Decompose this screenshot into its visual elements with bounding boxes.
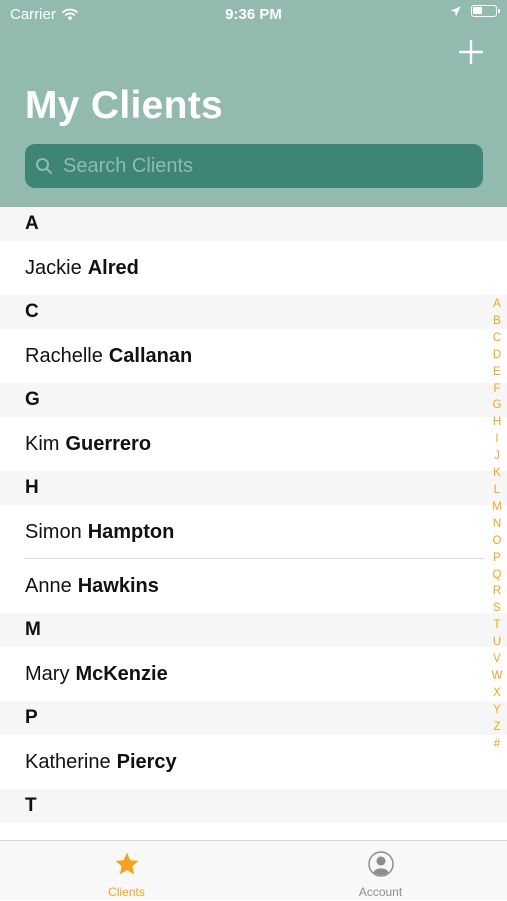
section-header-t: T	[0, 789, 507, 823]
client-last-name: Alred	[87, 256, 139, 279]
index-letter[interactable]: C	[493, 330, 501, 347]
index-letter[interactable]: A	[493, 296, 501, 313]
index-letter[interactable]: Y	[493, 702, 501, 719]
index-letter[interactable]: K	[493, 465, 501, 482]
client-first-name: Katherine	[25, 750, 111, 773]
search-bar[interactable]	[25, 144, 483, 188]
client-row[interactable]: Kim Guerrero	[0, 417, 507, 471]
client-row[interactable]: Rachelle Callanan	[0, 329, 507, 383]
section-index-bar[interactable]: A B C D E F G H I J K L M N O P Q R S T U V W X Y Z #	[489, 296, 505, 752]
person-icon	[367, 851, 394, 877]
index-letter[interactable]: U	[493, 634, 501, 651]
tab-clients[interactable]: Clients	[0, 841, 253, 901]
section-header-p: P	[0, 701, 507, 735]
index-letter[interactable]: V	[493, 651, 501, 668]
navigation-header: Carrier 9:36 PM My Clients	[0, 0, 507, 207]
index-letter[interactable]: I	[495, 431, 498, 448]
location-arrow-icon	[450, 6, 461, 16]
plus-icon	[458, 39, 484, 65]
index-letter[interactable]: #	[494, 736, 500, 753]
client-last-name: Callanan	[108, 344, 193, 367]
index-letter[interactable]: Q	[493, 567, 502, 584]
section-header-g: G	[0, 383, 507, 417]
index-letter[interactable]: O	[493, 533, 502, 550]
index-letter[interactable]: F	[493, 381, 500, 398]
add-client-button[interactable]	[455, 36, 487, 68]
search-icon	[36, 158, 52, 174]
section-header-m: M	[0, 613, 507, 647]
index-letter[interactable]: E	[493, 364, 501, 381]
client-first-name: Jackie	[25, 256, 82, 279]
status-time: 9:36 PM	[225, 6, 282, 23]
search-input[interactable]	[61, 153, 483, 179]
client-first-name: Rachelle	[25, 344, 103, 367]
index-letter[interactable]: H	[493, 414, 501, 431]
client-last-name: Hampton	[87, 520, 175, 543]
index-letter[interactable]: D	[493, 347, 501, 364]
page-title: My Clients	[25, 84, 224, 127]
index-letter[interactable]: L	[494, 482, 500, 499]
index-letter[interactable]: W	[492, 668, 503, 685]
client-first-name: Kim	[25, 432, 60, 455]
client-list: A Jackie Alred C Rachelle Callanan G Kim Guerrer…	[0, 207, 507, 823]
index-letter[interactable]: Z	[493, 719, 500, 736]
client-last-name: Guerrero	[65, 432, 152, 455]
index-letter[interactable]: N	[493, 516, 501, 533]
index-letter[interactable]: X	[493, 685, 501, 702]
client-first-name: Anne	[25, 574, 72, 597]
client-row[interactable]: Jackie Alred	[0, 241, 507, 295]
client-first-name: Mary	[25, 662, 70, 685]
star-icon	[115, 852, 138, 875]
client-row[interactable]: Simon Hampton	[0, 505, 507, 559]
client-row[interactable]: Katherine Piercy	[0, 735, 507, 789]
index-letter[interactable]: B	[493, 313, 501, 330]
tab-bar: Clients Account	[0, 840, 507, 900]
client-last-name: Hawkins	[77, 574, 159, 597]
index-letter[interactable]: S	[493, 600, 501, 617]
tab-account[interactable]: Account	[254, 841, 507, 901]
status-bar: Carrier 9:36 PM	[0, 0, 507, 28]
status-right	[450, 5, 500, 17]
battery-icon	[471, 5, 500, 17]
tab-label-account: Account	[358, 885, 403, 899]
index-letter[interactable]: T	[493, 617, 500, 634]
client-last-name: Piercy	[116, 750, 177, 773]
client-last-name: McKenzie	[75, 662, 168, 685]
index-letter[interactable]: M	[492, 499, 502, 516]
client-row[interactable]: Mary McKenzie	[0, 647, 507, 701]
tab-label-clients: Clients	[108, 885, 145, 899]
client-first-name: Simon	[25, 520, 82, 543]
section-header-a: A	[0, 207, 507, 241]
section-header-h: H	[0, 471, 507, 505]
index-letter[interactable]: P	[493, 550, 501, 567]
index-letter[interactable]: G	[493, 397, 502, 414]
section-header-c: C	[0, 295, 507, 329]
index-letter[interactable]: R	[493, 583, 501, 600]
index-letter[interactable]: J	[494, 448, 500, 465]
client-row[interactable]: Anne Hawkins	[0, 559, 507, 613]
